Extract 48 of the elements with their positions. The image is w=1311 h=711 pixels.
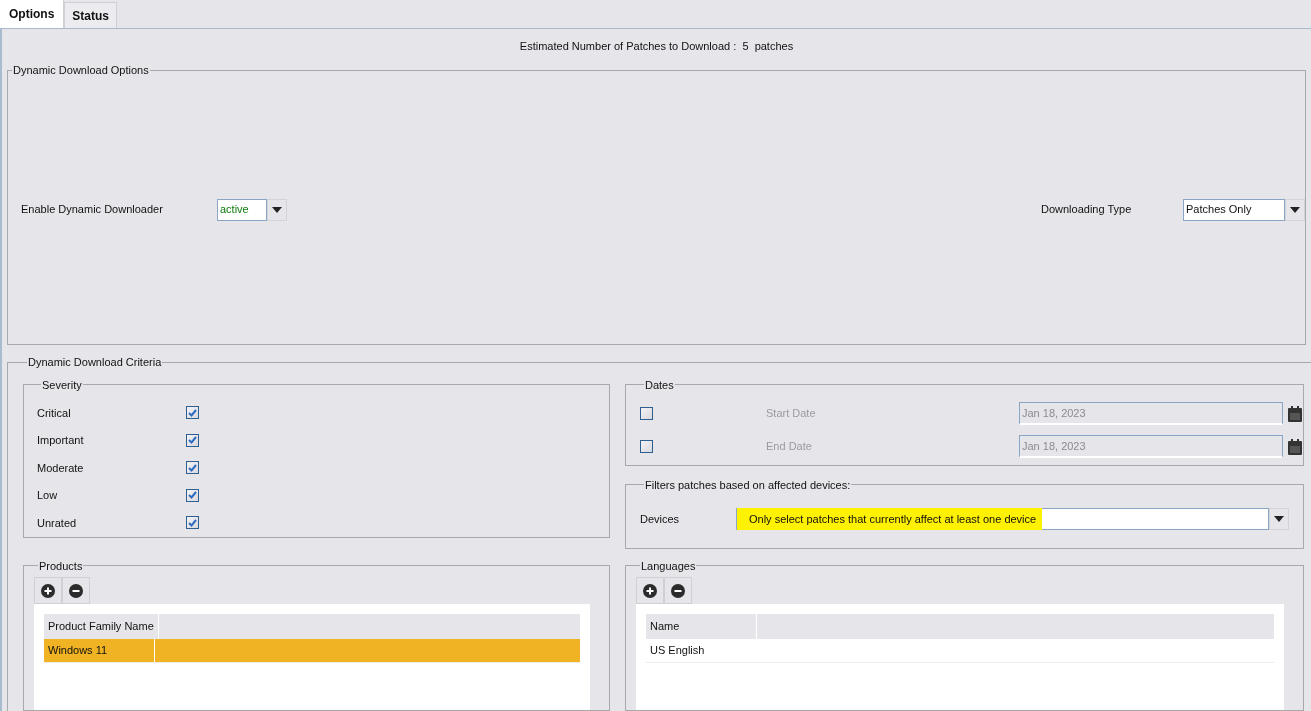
calendar-icon[interactable]: [1288, 438, 1302, 455]
dropdown-button[interactable]: [1269, 508, 1289, 530]
group-title: Severity: [41, 377, 83, 393]
table-cell: Windows 11: [44, 639, 155, 662]
caret-icon: [272, 206, 282, 213]
add-button[interactable]: [636, 577, 664, 604]
field-label: Devices: [640, 511, 681, 527]
checkbox[interactable]: [186, 406, 199, 420]
date-label: End Date: [766, 439, 813, 455]
checkbox[interactable]: [186, 516, 199, 530]
remove-button[interactable]: [664, 577, 692, 604]
dropdown-button[interactable]: [267, 198, 287, 221]
dropdown-button[interactable]: [1285, 198, 1305, 221]
devices-dropdown[interactable]: Only select patches that currently affect at least one device: [736, 508, 1269, 530]
calendar-icon[interactable]: [1288, 405, 1302, 422]
type-dropdown[interactable]: Patches Only: [1183, 198, 1285, 221]
remove-button[interactable]: [62, 577, 90, 604]
checkbox-label: Unrated: [37, 515, 78, 531]
field-label: Downloading Type: [1041, 202, 1133, 218]
checkbox[interactable]: [186, 488, 199, 502]
group-title: Dynamic Download Options: [12, 63, 150, 78]
add-button[interactable]: [34, 577, 62, 604]
caret-icon: [1290, 206, 1300, 213]
group-title: Dynamic Download Criteria: [27, 355, 163, 370]
table-row[interactable]: Windows 11: [44, 639, 580, 663]
group-title: Dates: [644, 377, 675, 393]
plus-icon: [41, 583, 55, 598]
group-title: Products: [38, 558, 84, 574]
plus-icon: [643, 583, 657, 598]
tab[interactable]: Status: [64, 2, 117, 28]
checkbox[interactable]: [186, 433, 199, 447]
checkbox-label: Moderate: [37, 460, 85, 476]
checkbox[interactable]: [186, 461, 199, 475]
table-cell-text: US English: [649, 643, 706, 659]
field-label: Enable Dynamic Downloader: [21, 202, 164, 218]
dropdown-value: Only select patches that currently affect at least one device: [737, 508, 1043, 530]
caret-icon: [1274, 516, 1284, 522]
status-dropdown[interactable]: active: [217, 198, 267, 221]
date-label: Start Date: [766, 406, 817, 422]
checkbox-label: Low: [37, 488, 59, 503]
checkbox-label: Critical: [37, 405, 72, 421]
patch-estimate: Estimated Number of Patches to Download : 5 patches: [519, 39, 794, 55]
group-title: Filters patches based on affected devices:: [644, 477, 852, 493]
minus-icon: [671, 583, 685, 598]
group-title: Languages: [640, 558, 697, 574]
minus-icon: [69, 583, 83, 598]
tab[interactable]: Options: [0, 0, 65, 28]
checkbox-label: Important: [37, 433, 85, 448]
